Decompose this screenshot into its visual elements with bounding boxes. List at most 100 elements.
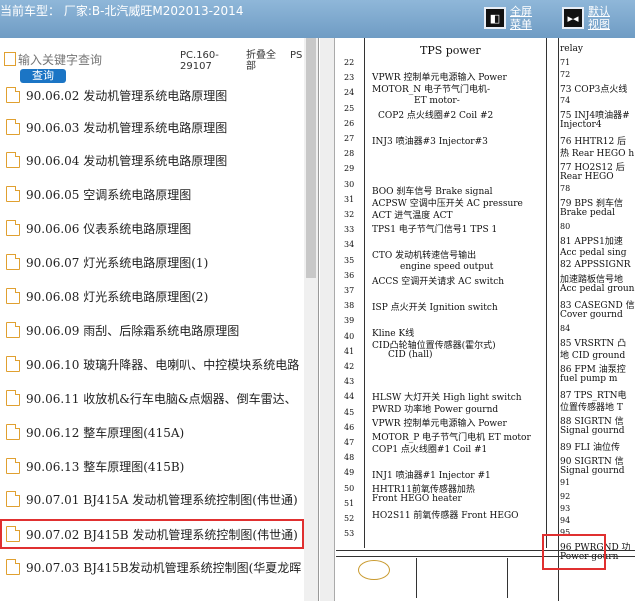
diagram-frame-line: [364, 38, 365, 548]
tree-item[interactable]: 90.07.03 BJ415B发动机管理系统控制图(华夏龙晖: [0, 552, 304, 582]
file-icon: [4, 52, 16, 66]
pin-number: 33: [344, 225, 355, 235]
tree-item[interactable]: 90.06.10 玻璃升降器、电喇叭、中控模块系统电路: [0, 349, 304, 379]
pin-number-right: 91: [560, 478, 571, 487]
document-icon: [6, 186, 20, 202]
tree-item[interactable]: 90.06.02 发动机管理系统电路原理图: [0, 80, 304, 110]
tree-item-label: 90.06.04 发动机管理系统电路原理图: [26, 153, 228, 168]
tree-item[interactable]: 90.06.09 雨刮、后除霜系统电路原理图: [0, 315, 304, 345]
diagram-label: TPS power: [420, 44, 481, 57]
diagram-label-right: Acc pedal sing: [560, 248, 627, 258]
wiring-diagram-sheet: TPS power VPWR 控制单元电源输入 Power MOTOR_N 电子节气…: [336, 38, 635, 601]
scrollbar-thumb[interactable]: [306, 38, 316, 278]
diagram-viewer[interactable]: TPS power VPWR 控制单元电源输入 Power MOTOR_N 电子节气…: [320, 38, 635, 601]
default-view-icon: ▸◂: [562, 7, 584, 29]
diagram-label: ET motor-: [414, 96, 460, 106]
document-icon: [6, 220, 20, 236]
pin-number: 29: [344, 164, 355, 174]
tree-item-label: 90.07.02 BJ415B 发动机管理系统控制图(伟世通): [26, 527, 298, 542]
tree-item[interactable]: 90.07.02 BJ415B 发动机管理系统控制图(伟世通): [0, 519, 304, 549]
tree-item-label: 90.07.01 BJ415A 发动机管理系统控制图(伟世通): [26, 492, 298, 507]
pin-number: 46: [344, 422, 355, 432]
document-icon: [6, 458, 20, 474]
pin-number: 31: [344, 194, 355, 204]
pin-number-right: 74: [560, 96, 571, 105]
pin-number: 36: [344, 270, 355, 280]
diagram-label: INJ3 喷油器#3 Injector#3: [372, 137, 488, 147]
document-icon: [6, 356, 20, 372]
fullscreen-menu-button[interactable]: ◧ 全屏菜单: [484, 4, 540, 32]
diagram-label-right: 82 APPSSIGNR: [560, 260, 631, 270]
tree-item-label: 90.06.13 整车原理图(415B): [26, 459, 185, 474]
highlight-box: [542, 534, 606, 570]
diagram-label: PWRD 功率地 Power gournd: [372, 405, 499, 415]
document-icon: [6, 87, 20, 103]
pin-number: 51: [344, 498, 355, 508]
document-icon: [6, 254, 20, 270]
diagram-label: HO2S11 前氧传感器 Front HEGO: [372, 511, 519, 521]
title-bar: 当前车型： 厂家:B-北汽威旺M202013-2014 ◧ 全屏菜单 ▸◂ 默认…: [0, 0, 635, 38]
pin-number: 40: [344, 331, 355, 341]
tree-item[interactable]: 90.06.11 收放机&行车电脑&点烟器、倒车雷达、: [0, 383, 304, 413]
document-icon: [6, 322, 20, 338]
pin-number: 49: [344, 468, 355, 478]
tree-item[interactable]: 90.06.08 灯光系统电路原理图(2): [0, 281, 304, 311]
document-icon: [6, 119, 20, 135]
diagram-label: VPWR 控制单元电源输入 Power: [372, 419, 507, 429]
pin-number: 23: [344, 73, 355, 83]
pin-number: 37: [344, 286, 355, 295]
collapse-all-link[interactable]: 折叠全部: [246, 50, 282, 72]
pin-number: 39: [344, 316, 355, 326]
list-scrollbar[interactable]: [304, 38, 318, 601]
document-icon: [6, 424, 20, 440]
pin-number: 22: [344, 58, 355, 67]
diagram-label-right: fuel pump m: [560, 374, 618, 384]
pin-number: 24: [344, 88, 355, 98]
tree-item[interactable]: 90.06.05 空调系统电路原理图: [0, 179, 304, 209]
diagram-label: COP2 点火线圈#2 Coil #2: [378, 111, 494, 121]
tree-item[interactable]: 90.06.06 仪表系统电路原理图: [0, 213, 304, 243]
diagram-frame-line: [546, 38, 547, 548]
document-icon: [6, 288, 20, 304]
diagram-label-right: Rear HEGO: [560, 172, 614, 182]
vehicle-title: 当前车型： 厂家:B-北汽威旺M202013-2014: [0, 4, 244, 18]
pin-number: 26: [344, 118, 355, 128]
pin-number: 30: [344, 179, 355, 189]
tree-item[interactable]: 90.07.01 BJ415A 发动机管理系统控制图(伟世通): [0, 484, 304, 514]
diagram-label: engine speed output: [400, 262, 494, 272]
pin-number: 52: [344, 514, 355, 523]
search-bar: 查询 PC.160-29107 折叠全部 PS: [0, 38, 318, 86]
default-view-button[interactable]: ▸◂ 默认视图: [562, 4, 618, 32]
title-block: [416, 558, 508, 598]
pin-number: 44: [344, 392, 355, 402]
diagram-label-right: Brake pedal: [560, 208, 616, 218]
pin-number: 38: [344, 301, 355, 311]
pin-number: 27: [344, 134, 355, 143]
diagram-label-right: Acc pedal groun: [560, 284, 635, 294]
fullscreen-menu-label: 全屏菜单: [510, 5, 532, 31]
diagram-label: CID (hall): [388, 350, 433, 360]
tree-item[interactable]: 90.06.13 整车原理图(415B): [0, 451, 304, 481]
pin-number: 47: [344, 438, 355, 447]
tree-item[interactable]: 90.06.07 灯光系统电路原理图(1): [0, 247, 304, 277]
pin-number-right: 80: [560, 222, 571, 231]
tree-item[interactable]: 90.06.04 发动机管理系统电路原理图: [0, 145, 304, 175]
tree-item-label: 90.06.06 仪表系统电路原理图: [26, 221, 192, 236]
tree-item-label: 90.06.12 整车原理图(415A): [26, 425, 185, 440]
diagram-label: INJ1 喷油器#1 Injector #1: [372, 471, 491, 481]
pin-number-right: 72: [560, 70, 571, 79]
diagram-label-right: 热 Rear HEGO h: [560, 149, 635, 159]
tree-item[interactable]: 90.06.12 整车原理图(415A): [0, 417, 304, 447]
document-icon: [6, 390, 20, 406]
fullscreen-icon: ◧: [484, 7, 506, 29]
tree-item-label: 90.06.08 灯光系统电路原理图(2): [26, 289, 209, 304]
pin-number: 25: [344, 103, 355, 113]
diagram-label: ACT 进气温度 ACT: [372, 211, 453, 221]
pin-number: 41: [344, 346, 355, 356]
diagram-label-right: relay: [560, 44, 583, 54]
tree-item[interactable]: 90.06.03 发动机管理系统电路原理图: [0, 112, 304, 142]
pin-number-right: 78: [560, 184, 571, 193]
diagram-label-right: 89 FLI 油位传: [560, 443, 620, 453]
search-input[interactable]: [16, 52, 170, 68]
document-tree-pane: 查询 PC.160-29107 折叠全部 PS 90.06.02 发动机管理系统…: [0, 38, 319, 601]
